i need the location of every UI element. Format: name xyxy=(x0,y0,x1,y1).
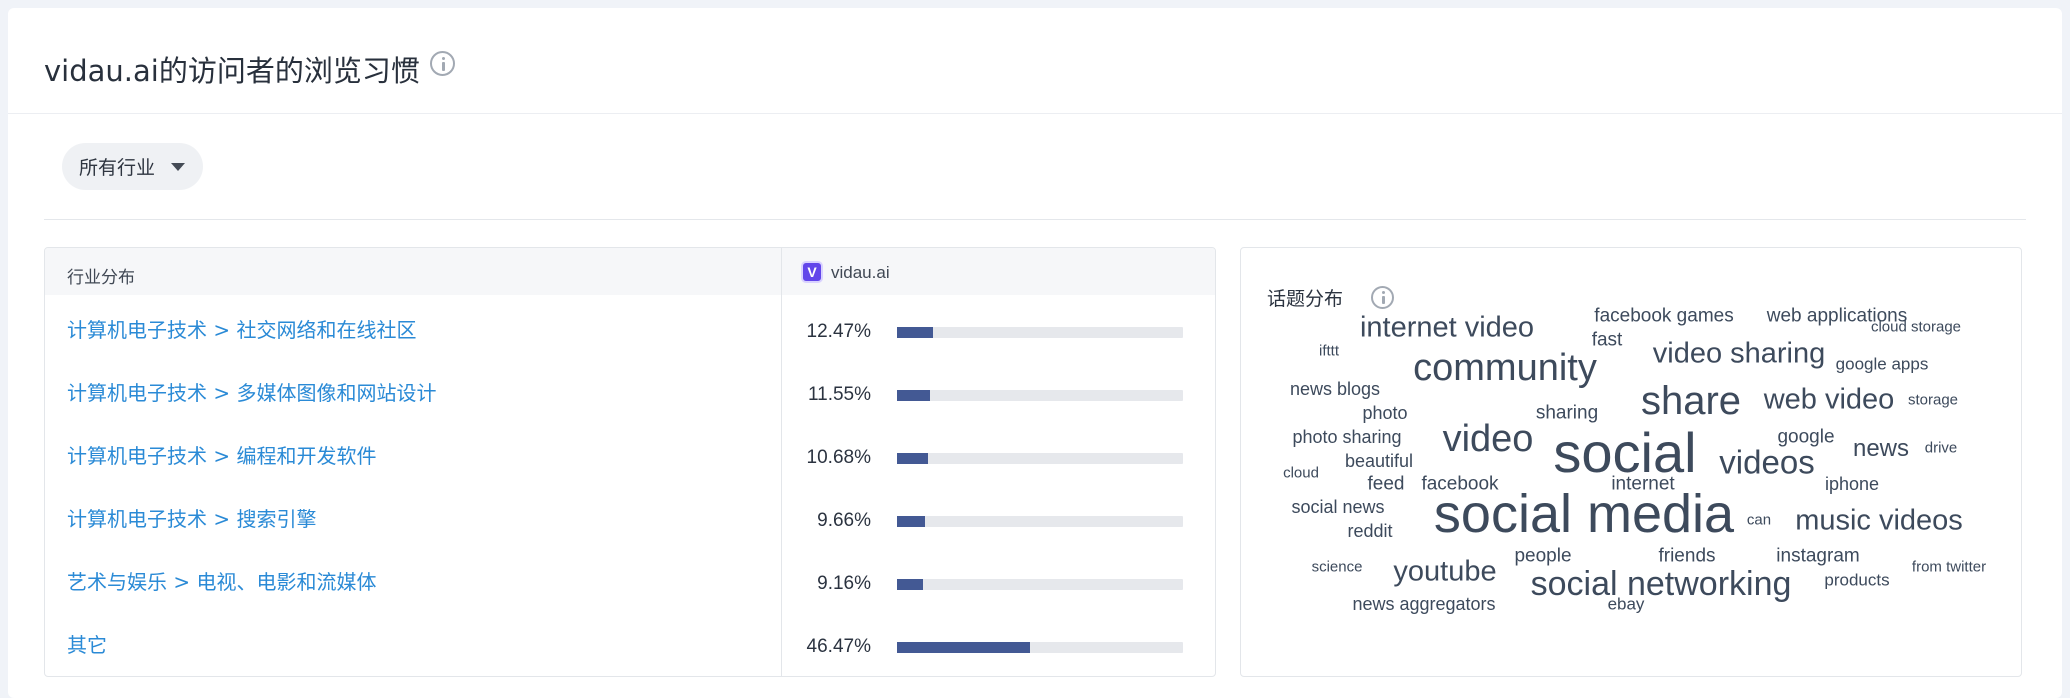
topic-word: internet video xyxy=(1359,311,1535,344)
industry-row-bar-fill xyxy=(897,579,924,590)
topic-word: storage xyxy=(1907,391,1959,409)
card-header: vidau.ai的访问者的浏览习惯 xyxy=(8,8,2062,114)
industry-row-percent: 9.16% xyxy=(817,573,871,594)
industry-row-percent: 9.66% xyxy=(817,510,871,531)
column-header-industry: 行业分布 xyxy=(67,268,135,288)
topic-word: reddit xyxy=(1347,521,1393,541)
industry-row-bar-fill xyxy=(897,327,933,338)
topic-word: share xyxy=(1640,379,1742,423)
topic-word: beautiful xyxy=(1344,451,1414,471)
topic-word: photo xyxy=(1362,403,1408,423)
topic-word: ifttt xyxy=(1318,342,1340,360)
industry-filter-dropdown[interactable]: 所有行业 xyxy=(62,143,203,190)
industry-row-label[interactable]: 其它 xyxy=(67,629,107,658)
industry-row-bar-track xyxy=(897,390,1183,401)
topic-word: video sharing xyxy=(1652,337,1826,370)
topic-distribution-title: 话题分布 xyxy=(1267,288,1344,310)
topic-word: cloud storage xyxy=(1870,318,1962,336)
topic-word: science xyxy=(1311,558,1363,576)
topic-word: can xyxy=(1746,511,1772,529)
topic-distribution-panel: 话题分布 internet video facebook games web app… xyxy=(1240,247,2022,677)
caret-down-icon xyxy=(171,163,185,171)
topic-word: videos xyxy=(1719,443,1815,481)
topic-word: news blogs xyxy=(1289,379,1381,399)
topic-word: products xyxy=(1824,570,1890,590)
site-logo-icon: V xyxy=(801,261,823,283)
industry-row-bar-fill xyxy=(897,642,1030,653)
topic-word: instagram xyxy=(1776,545,1860,567)
industry-row-percent: 10.68% xyxy=(806,447,871,468)
topic-word: web video xyxy=(1763,383,1895,416)
industry-row-bar-fill xyxy=(897,390,931,401)
topic-word: cloud xyxy=(1283,464,1319,482)
industry-row-bar-track xyxy=(897,327,1183,338)
topic-word: iphone xyxy=(1824,474,1880,494)
divider xyxy=(44,219,2026,220)
column-header-site: vidau.ai xyxy=(831,263,890,282)
industry-row-label[interactable]: 计算机电子技术 > 搜索引擎 xyxy=(67,503,316,532)
table-header-row: 行业分布 V vidau.ai xyxy=(45,248,1215,295)
industry-row-bar-track xyxy=(897,579,1183,590)
topic-word: drive xyxy=(1924,439,1958,457)
topic-word: sharing xyxy=(1535,402,1599,424)
topic-word: facebook games xyxy=(1594,305,1734,327)
topic-word: from twitter xyxy=(1911,558,1987,576)
topic-word: social news xyxy=(1291,497,1385,517)
topic-word: news aggregators xyxy=(1352,594,1496,614)
topic-word: friends xyxy=(1658,545,1716,567)
topic-word: ebay xyxy=(1607,594,1645,614)
industry-row-label[interactable]: 艺术与娱乐 > 电视、电影和流媒体 xyxy=(67,566,376,595)
info-icon[interactable] xyxy=(430,51,455,76)
industry-row-label[interactable]: 计算机电子技术 > 编程和开发软件 xyxy=(67,440,376,469)
industry-row-percent: 11.55% xyxy=(807,384,871,405)
topic-word: social networking xyxy=(1530,565,1792,603)
industry-row-bar-fill xyxy=(897,516,925,527)
page-title: vidau.ai的访问者的浏览习惯 xyxy=(44,54,420,88)
topic-word: google apps xyxy=(1835,354,1929,374)
topic-word: news xyxy=(1852,435,1910,462)
topic-word: community xyxy=(1413,347,1597,389)
industry-filter-label: 所有行业 xyxy=(79,157,156,179)
industry-row-percent: 46.47% xyxy=(806,636,871,657)
industry-row-bar-track xyxy=(897,453,1183,464)
topic-word: feed xyxy=(1367,473,1405,495)
browsing-habits-card: vidau.ai的访问者的浏览习惯 所有行业 行业分布 V vidau.ai 计… xyxy=(8,8,2062,698)
industry-row-percent: 12.47% xyxy=(806,321,871,342)
topic-word: social media xyxy=(1433,484,1735,544)
industry-row-bar-track xyxy=(897,516,1183,527)
industry-row-label[interactable]: 计算机电子技术 > 社交网络和在线社区 xyxy=(67,314,416,343)
topic-word: video xyxy=(1442,418,1534,460)
info-icon[interactable] xyxy=(1371,286,1394,309)
topic-word: music videos xyxy=(1795,504,1963,537)
industry-distribution-table: 行业分布 V vidau.ai 计算机电子技术 > 社交网络和在线社区 12.47… xyxy=(44,247,1216,677)
industry-row-bar-fill xyxy=(897,453,928,464)
topic-word: youtube xyxy=(1393,555,1497,588)
industry-row-label[interactable]: 计算机电子技术 > 多媒体图像和网站设计 xyxy=(67,377,436,406)
topic-word: people xyxy=(1514,545,1572,567)
topic-word: photo sharing xyxy=(1292,427,1402,447)
industry-row-bar-track xyxy=(897,642,1183,653)
